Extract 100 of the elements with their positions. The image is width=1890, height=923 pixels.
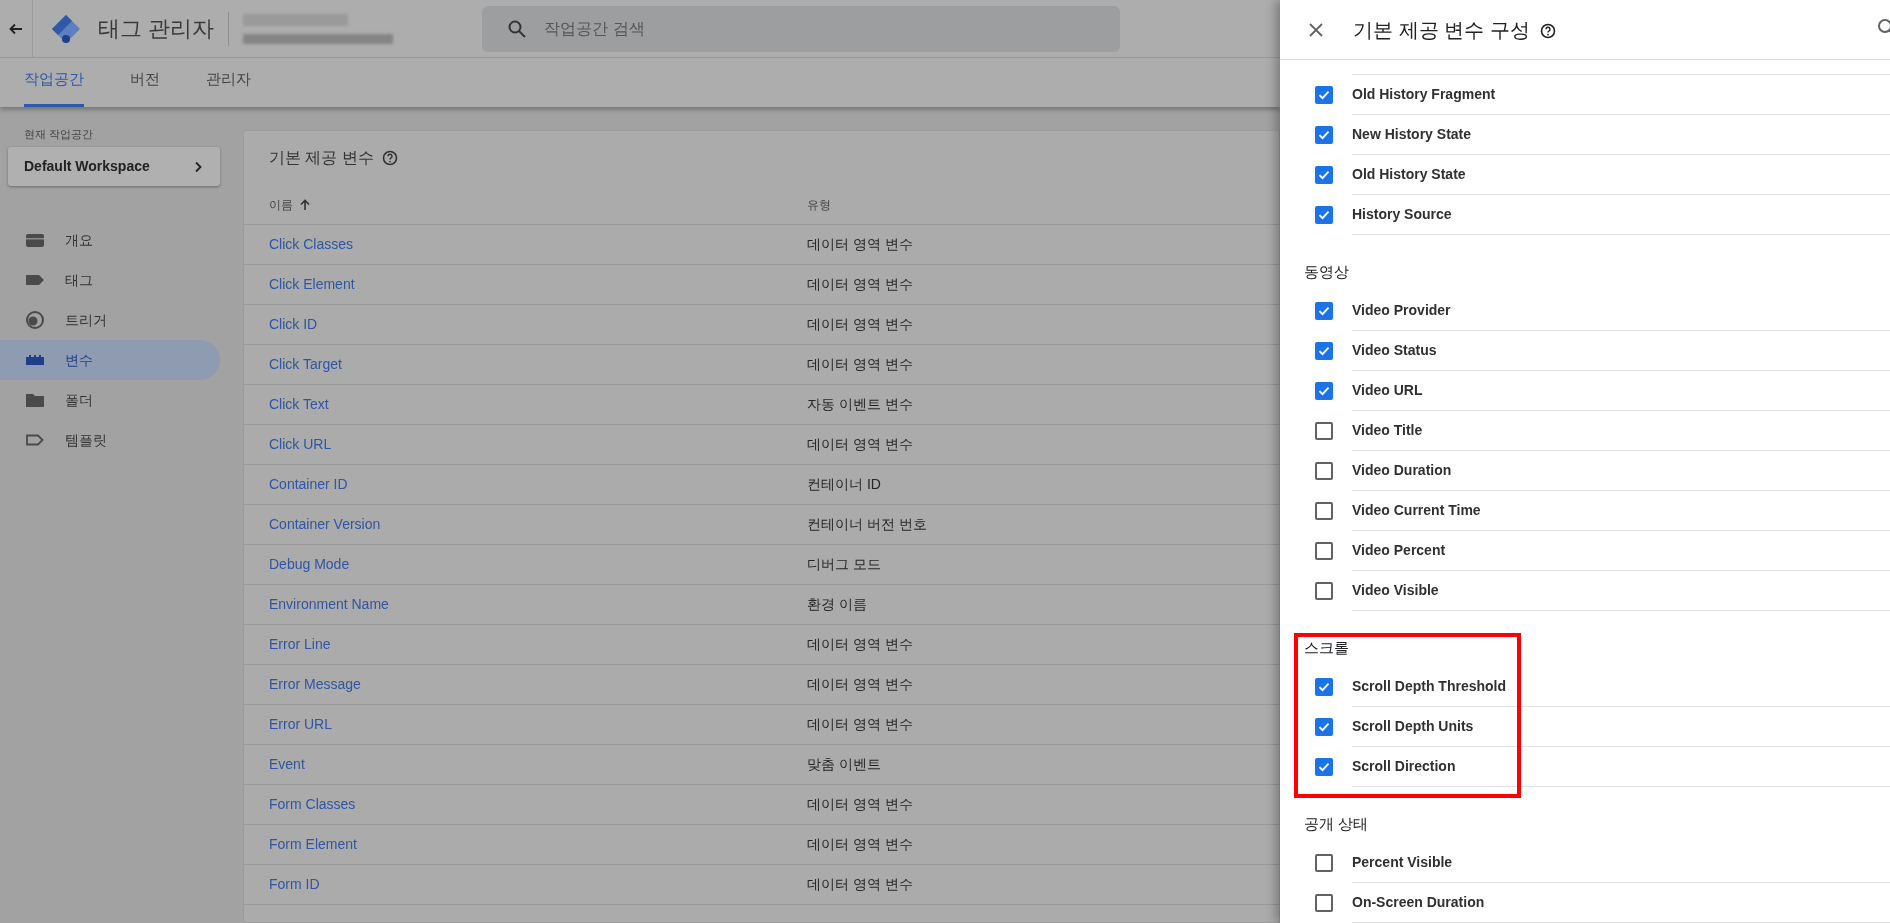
sort-up-arrow-icon[interactable] bbox=[299, 198, 311, 211]
table-cell-text: 데이터 영역 변수 bbox=[807, 315, 913, 334]
checkbox-label: History Source bbox=[1352, 205, 1452, 224]
checkbox[interactable] bbox=[1315, 758, 1333, 776]
checkbox[interactable] bbox=[1315, 206, 1333, 224]
section-heading: 공개 상태 bbox=[1304, 815, 1369, 832]
checkbox-label: Video Provider bbox=[1352, 301, 1451, 320]
checkbox-label: Old History Fragment bbox=[1352, 85, 1496, 104]
tab[interactable]: 관리자 bbox=[206, 58, 251, 107]
table-cell-text: 데이터 영역 변수 bbox=[807, 435, 913, 454]
variable-link[interactable]: Form Element bbox=[269, 836, 357, 852]
nav-item[interactable]: 태그 bbox=[0, 260, 220, 300]
checkbox-label: Video Percent bbox=[1352, 541, 1446, 560]
checkmark-icon bbox=[1317, 88, 1331, 102]
table-cell-text: 컨테이너 버전 번호 bbox=[807, 515, 927, 534]
checkmark-icon bbox=[1317, 168, 1331, 182]
checkbox[interactable] bbox=[1315, 542, 1333, 560]
table-cell-text: 디버그 모드 bbox=[807, 555, 881, 574]
table-cell-text: 환경 이름 bbox=[807, 595, 867, 614]
checkbox-label: Video Status bbox=[1352, 341, 1437, 360]
checkbox[interactable] bbox=[1315, 302, 1333, 320]
table-cell-text: 컨테이너 ID bbox=[807, 475, 881, 494]
table-cell-text: 데이터 영역 변수 bbox=[807, 835, 913, 854]
card-title: 기본 제공 변수 bbox=[269, 148, 374, 168]
checkbox-label: New History State bbox=[1352, 125, 1472, 144]
workspace-label: 현재 작업공간 bbox=[24, 128, 95, 140]
checkmark-icon bbox=[1317, 384, 1331, 398]
checkmark-icon bbox=[1317, 720, 1331, 734]
table-cell-text: 맞춤 이벤트 bbox=[807, 755, 881, 774]
checkbox[interactable] bbox=[1315, 894, 1333, 912]
checkbox-label: Video Visible bbox=[1352, 581, 1439, 600]
help-icon[interactable] bbox=[1539, 23, 1556, 39]
tab[interactable]: 작업공간 bbox=[24, 58, 84, 107]
column-header: 유형 bbox=[807, 196, 831, 214]
table-cell-text: 데이터 영역 변수 bbox=[807, 675, 913, 694]
checkbox-label: Percent Visible bbox=[1352, 853, 1453, 872]
table-cell-text: 데이터 영역 변수 bbox=[807, 795, 913, 814]
checkbox-label: Scroll Direction bbox=[1352, 757, 1456, 776]
table-cell-text: 데이터 영역 변수 bbox=[807, 355, 913, 374]
checkmark-icon bbox=[1317, 208, 1331, 222]
variable-link[interactable]: Container ID bbox=[269, 476, 348, 492]
table-cell-text: 데이터 영역 변수 bbox=[807, 235, 913, 254]
table-cell-text: 자동 이벤트 변수 bbox=[807, 395, 913, 414]
checkbox[interactable] bbox=[1315, 678, 1333, 696]
search-icon bbox=[507, 18, 528, 39]
nav-item[interactable]: 폴더 bbox=[0, 380, 220, 420]
nav-item[interactable]: 템플릿 bbox=[0, 420, 220, 460]
checkbox[interactable] bbox=[1315, 166, 1333, 184]
diamond-logo-icon bbox=[50, 12, 82, 45]
variable-link[interactable]: Error Line bbox=[269, 636, 331, 652]
variable-link[interactable]: Error URL bbox=[269, 716, 332, 732]
checkbox-label: Video URL bbox=[1352, 381, 1423, 400]
variable-link[interactable]: Debug Mode bbox=[269, 556, 350, 572]
variable-link[interactable]: Click Target bbox=[269, 356, 342, 372]
app-title: 태그 관리자 bbox=[98, 15, 215, 43]
column-header[interactable]: 이름 bbox=[269, 195, 293, 214]
checkbox[interactable] bbox=[1315, 86, 1333, 104]
table-cell-text: 데이터 영역 변수 bbox=[807, 875, 913, 894]
variable-link[interactable]: Click Text bbox=[269, 396, 329, 412]
circles-icon bbox=[25, 310, 45, 330]
variable-link[interactable]: Click ID bbox=[269, 316, 318, 332]
section-heading: 동영상 bbox=[1304, 263, 1349, 280]
variable-link[interactable]: Click Classes bbox=[269, 236, 353, 252]
table-cell-text: 데이터 영역 변수 bbox=[807, 635, 913, 654]
checkbox[interactable] bbox=[1315, 126, 1333, 144]
variable-link[interactable]: Click Element bbox=[269, 276, 355, 292]
checkbox[interactable] bbox=[1315, 422, 1333, 440]
checkmark-icon bbox=[1317, 760, 1331, 774]
checkbox[interactable] bbox=[1315, 462, 1333, 480]
checkbox-label: Video Duration bbox=[1352, 461, 1452, 480]
checkbox[interactable] bbox=[1315, 382, 1333, 400]
checkbox-label: Video Title bbox=[1352, 421, 1423, 440]
search-field[interactable]: 작업공간 검색 bbox=[482, 5, 1121, 52]
variable-link[interactable]: Container Version bbox=[269, 516, 381, 532]
variable-link[interactable]: Event bbox=[269, 756, 305, 772]
checkbox[interactable] bbox=[1315, 582, 1333, 600]
checkmark-icon bbox=[1317, 344, 1331, 358]
checkmark-icon bbox=[1317, 128, 1331, 142]
variable-link[interactable]: Error Message bbox=[269, 676, 361, 692]
variable-link[interactable]: Click URL bbox=[269, 436, 332, 452]
checkbox[interactable] bbox=[1315, 718, 1333, 736]
workspace-selector[interactable]: Default Workspace bbox=[8, 147, 220, 186]
back-arrow-icon[interactable] bbox=[9, 21, 23, 36]
nav-item[interactable]: 개요 bbox=[0, 220, 220, 260]
close-icon[interactable] bbox=[1308, 21, 1324, 38]
checkbox-label: Scroll Depth Threshold bbox=[1352, 677, 1506, 696]
checkbox[interactable] bbox=[1315, 502, 1333, 520]
checkbox-label: Old History State bbox=[1352, 165, 1466, 184]
checkbox[interactable] bbox=[1315, 342, 1333, 360]
variable-link[interactable]: Form ID bbox=[269, 876, 320, 892]
variable-link[interactable]: Environment Name bbox=[269, 596, 389, 612]
nav-item[interactable]: 트리거 bbox=[0, 300, 220, 340]
tab[interactable]: 버전 bbox=[130, 58, 160, 107]
nav-item[interactable]: 변수 bbox=[0, 340, 220, 380]
checkbox[interactable] bbox=[1315, 854, 1333, 872]
checkbox-label: On-Screen Duration bbox=[1352, 893, 1485, 912]
panel-title: 기본 제공 변수 구성 bbox=[1353, 17, 1530, 43]
table-cell-text: 데이터 영역 변수 bbox=[807, 715, 913, 734]
checkmark-icon bbox=[1317, 304, 1331, 318]
variable-link[interactable]: Form Classes bbox=[269, 796, 356, 812]
